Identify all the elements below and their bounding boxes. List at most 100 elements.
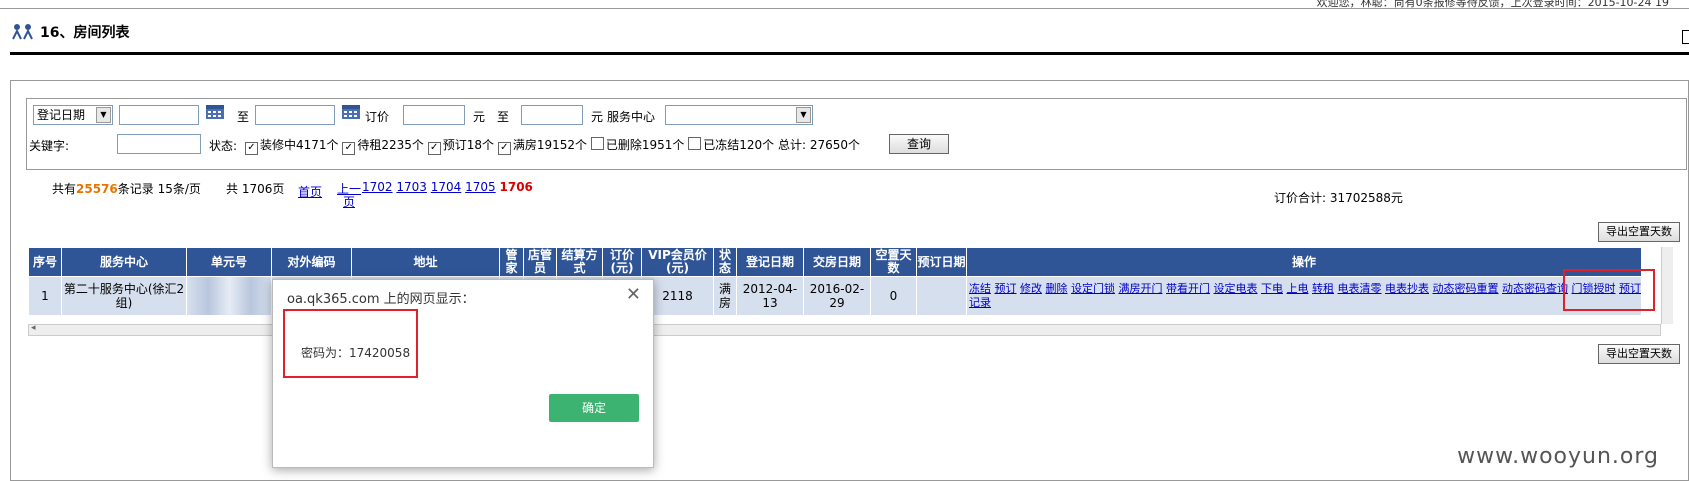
column-header: 状态 bbox=[713, 247, 737, 277]
action-meter-read-link[interactable]: 电表抄表 bbox=[1385, 282, 1429, 295]
status-checkbox-renovating[interactable]: ✓ 装修中4171个 bbox=[245, 138, 339, 155]
status-checkbox-group: ✓ 装修中4171个 ✓ 待租2235个 ✓ 预订18个 ✓ 满房19152个 已删除1… bbox=[245, 136, 860, 155]
column-header: VIP会员价(元) bbox=[641, 247, 714, 277]
service-center-label: 服务中心 bbox=[607, 110, 656, 124]
column-header: 结算方式 bbox=[556, 247, 603, 277]
cell-vacant-days: 0 bbox=[870, 276, 917, 316]
corner-marker bbox=[1682, 30, 1689, 44]
cell-unit-blurred bbox=[186, 276, 272, 316]
status-checkbox-deleted[interactable]: 已删除1951个 bbox=[590, 137, 684, 152]
action-set-lock-link[interactable]: 设定门锁 bbox=[1071, 282, 1115, 295]
page-links: 1702 1703 1704 1705 1706 bbox=[362, 180, 533, 194]
record-summary: 共有25576条记录 15条/页 bbox=[52, 182, 201, 196]
column-header: 登记日期 bbox=[736, 247, 804, 277]
cell-service-center: 第二十服务中心(徐汇2组) bbox=[61, 276, 187, 316]
filter-panel: 登记日期 ▼ 至 订价 元 至 元 服务中心 ▼ 关键字: 状态: ✓ 装修中41… bbox=[26, 98, 1687, 170]
column-header: 空置天数 bbox=[870, 247, 917, 277]
action-dynamic-password-reset-link[interactable]: 动态密码重置 bbox=[1433, 282, 1499, 295]
people-icon bbox=[12, 24, 33, 40]
keyword-label: 关键字: bbox=[29, 139, 70, 153]
welcome-text: 欢迎您，林聪：尚有0条报修等待反馈，上次登录时间：2015-10-24 19 bbox=[1316, 0, 1669, 9]
watermark: www.wooyun.org bbox=[1457, 444, 1659, 469]
action-freeze-link[interactable]: 冻结 bbox=[969, 282, 991, 295]
column-header: 操作 bbox=[966, 247, 1642, 277]
price-sum: 订价合计: 31702588元 bbox=[1274, 191, 1403, 205]
date-to-input[interactable] bbox=[255, 105, 335, 125]
table-header-row: 序号 服务中心 单元号 对外编码 地址 管家 店管员 结算方式 订价(元) VI… bbox=[28, 247, 1642, 277]
to-label: 至 bbox=[237, 110, 250, 124]
yuan-label-1: 元 bbox=[473, 110, 486, 124]
to-label-2: 至 bbox=[497, 110, 510, 124]
page-link[interactable]: 1704 bbox=[431, 180, 462, 194]
page-link[interactable]: 1703 bbox=[396, 180, 427, 194]
chevron-down-icon: ▼ bbox=[96, 107, 111, 123]
export-vacant-days-button[interactable]: 导出空置天数 bbox=[1598, 222, 1680, 242]
action-full-open-link[interactable]: 满房开门 bbox=[1119, 282, 1163, 295]
date-from-input[interactable] bbox=[119, 105, 199, 125]
action-power-on-link[interactable]: 上电 bbox=[1287, 282, 1309, 295]
cell-delivery-date: 2016-02-29 bbox=[803, 276, 871, 316]
column-header: 单元号 bbox=[186, 247, 272, 277]
date-type-value: 登记日期 bbox=[37, 108, 86, 122]
column-header: 预订日期 bbox=[916, 247, 967, 277]
table-row: 1 第二十服务中心(徐汇2组) 2118 满房 2012-04-13 2016-… bbox=[28, 276, 1642, 316]
cell-reg-date: 2012-04-13 bbox=[736, 276, 804, 316]
calendar-icon[interactable] bbox=[205, 102, 225, 120]
cell-status: 满房 bbox=[713, 276, 737, 316]
scroll-left-icon[interactable]: ◂ bbox=[31, 323, 36, 333]
title-divider bbox=[10, 52, 1689, 55]
price-from-input[interactable] bbox=[403, 105, 465, 125]
page-count: 共 1706页 bbox=[226, 182, 285, 196]
chevron-down-icon: ▼ bbox=[796, 107, 811, 123]
first-page-link[interactable]: 首页 bbox=[298, 183, 322, 200]
column-header: 交房日期 bbox=[803, 247, 871, 277]
column-header: 序号 bbox=[28, 247, 62, 277]
page-link[interactable]: 1705 bbox=[465, 180, 496, 194]
status-checkbox-full[interactable]: ✓ 满房19152个 bbox=[497, 138, 587, 155]
column-header: 店管员 bbox=[523, 247, 557, 277]
column-header: 地址 bbox=[351, 247, 500, 277]
price-to-input[interactable] bbox=[521, 105, 583, 125]
column-header: 订价(元) bbox=[602, 247, 642, 277]
highlight-box bbox=[283, 309, 418, 378]
highlight-box bbox=[1563, 269, 1655, 311]
action-edit-link[interactable]: 修改 bbox=[1020, 282, 1042, 295]
action-sublet-link[interactable]: 转租 bbox=[1312, 282, 1334, 295]
action-dynamic-password-query-link[interactable]: 动态密码查询 bbox=[1502, 282, 1568, 295]
page-title: 16、房间列表 bbox=[40, 25, 130, 41]
query-button[interactable]: 查询 bbox=[889, 134, 949, 154]
column-header: 对外编码 bbox=[271, 247, 352, 277]
page-header: 16、房间列表 bbox=[12, 22, 129, 42]
column-header: 服务中心 bbox=[61, 247, 187, 277]
room-table: 序号 服务中心 单元号 对外编码 地址 管家 店管员 结算方式 订价(元) VI… bbox=[28, 247, 1642, 316]
ok-button[interactable]: 确定 bbox=[549, 394, 639, 422]
dialog-title: oa.qk365.com 上的网页显示： bbox=[287, 292, 475, 307]
action-delete-link[interactable]: 删除 bbox=[1046, 282, 1068, 295]
prev-page-link[interactable]: 上一页 bbox=[337, 183, 361, 209]
action-reserve-link[interactable]: 预订 bbox=[995, 282, 1017, 295]
cell-reserve-date bbox=[916, 276, 967, 316]
page-link[interactable]: 1702 bbox=[362, 180, 393, 194]
action-set-meter-link[interactable]: 设定电表 bbox=[1214, 282, 1258, 295]
current-page: 1706 bbox=[499, 180, 533, 194]
service-center-select[interactable]: ▼ bbox=[665, 105, 813, 125]
action-meter-reset-link[interactable]: 电表清零 bbox=[1338, 282, 1382, 295]
close-icon[interactable]: ✕ bbox=[626, 284, 641, 305]
status-checkbox-reserved[interactable]: ✓ 预订18个 bbox=[427, 138, 494, 155]
status-total: 总计: 27650个 bbox=[777, 138, 861, 152]
action-viewing-open-link[interactable]: 带看开门 bbox=[1166, 282, 1210, 295]
yuan-label-2: 元 bbox=[591, 110, 604, 124]
vertical-scrollbar[interactable] bbox=[1661, 247, 1673, 324]
top-status-bar: 欢迎您，林聪：尚有0条报修等待反馈，上次登录时间：2015-10-24 19 bbox=[0, 0, 1689, 9]
date-type-select[interactable]: 登记日期 ▼ bbox=[33, 105, 113, 125]
action-power-off-link[interactable]: 下电 bbox=[1261, 282, 1283, 295]
column-header: 管家 bbox=[499, 247, 524, 277]
calendar-icon[interactable] bbox=[341, 102, 361, 120]
cell-index: 1 bbox=[28, 276, 62, 316]
keyword-input[interactable] bbox=[117, 134, 201, 154]
export-vacant-days-button-bottom[interactable]: 导出空置天数 bbox=[1598, 344, 1680, 364]
status-label: 状态: bbox=[209, 139, 238, 153]
status-checkbox-for-rent[interactable]: ✓ 待租2235个 bbox=[342, 138, 424, 155]
status-checkbox-frozen[interactable]: 已冻结120个 bbox=[688, 137, 774, 152]
cell-actions: 冻结 预订 修改 删除 设定门锁 满房开门 带看开门 设定电表 下电 上电 转租… bbox=[966, 276, 1642, 316]
